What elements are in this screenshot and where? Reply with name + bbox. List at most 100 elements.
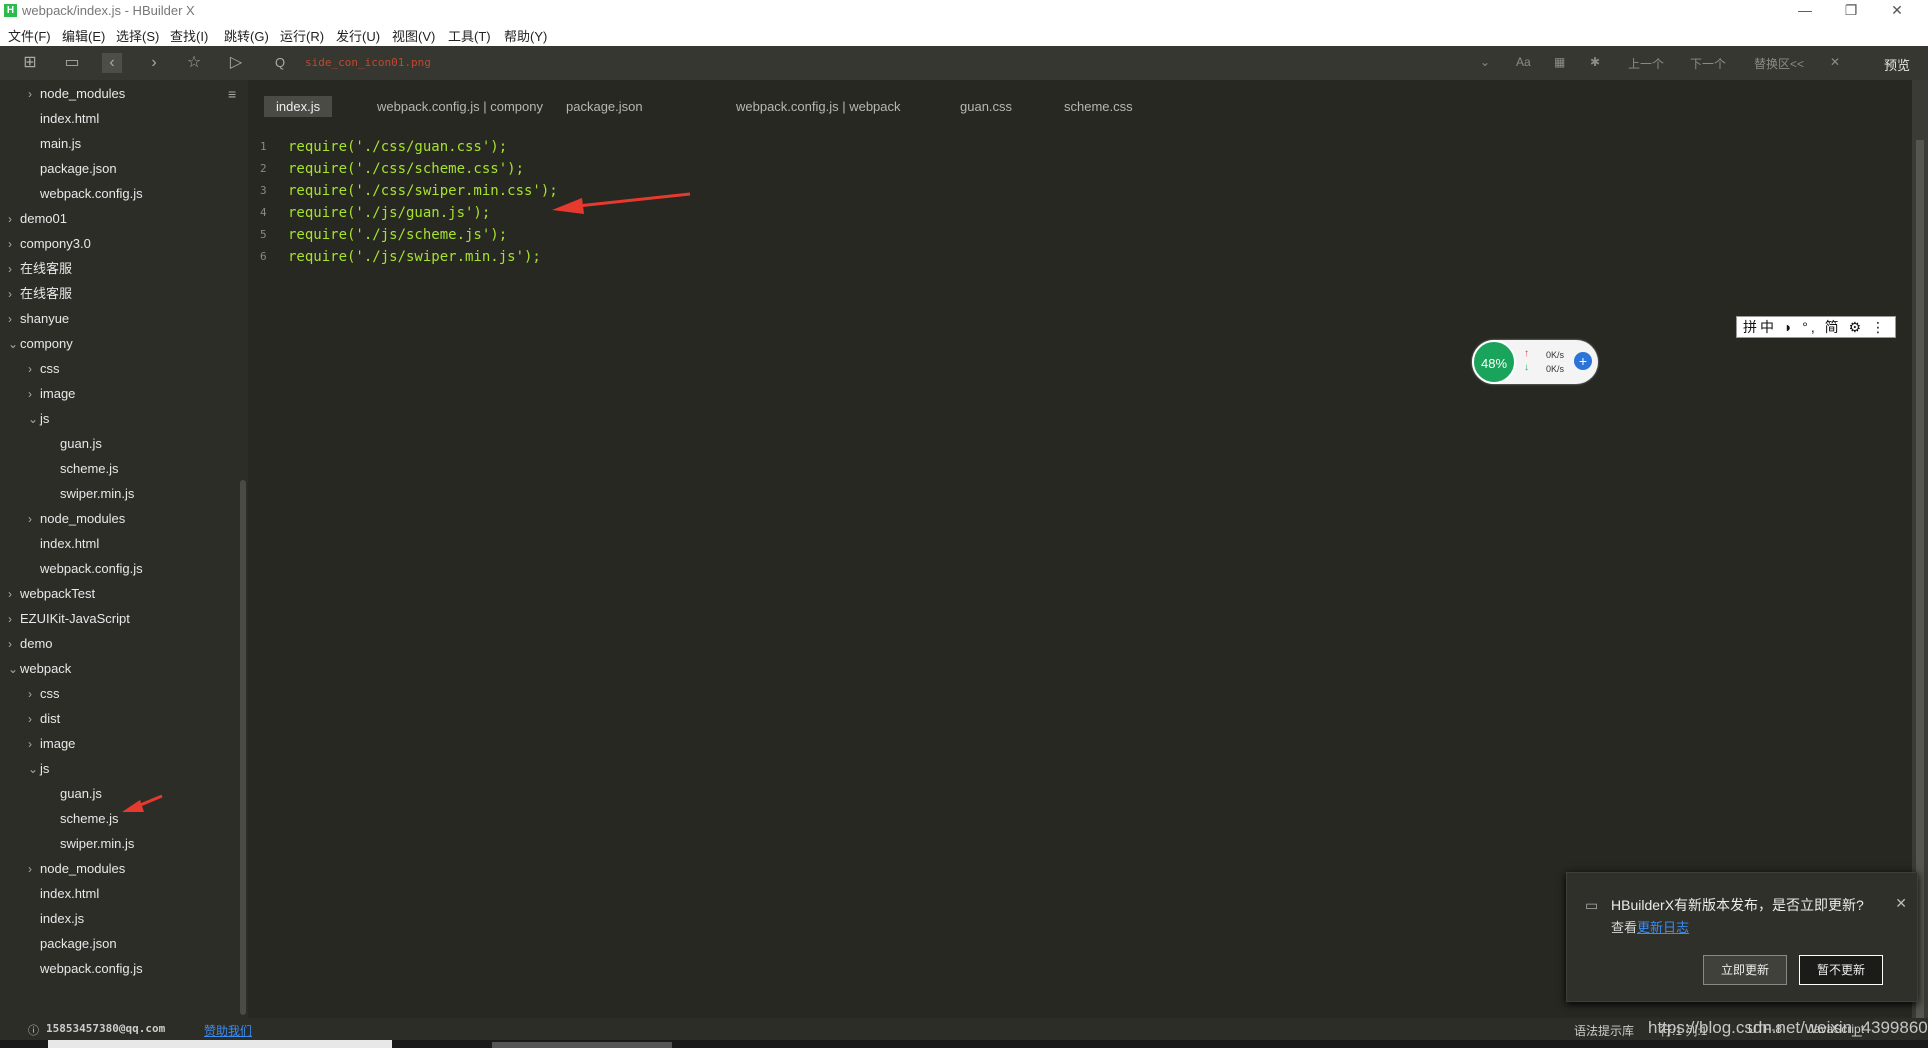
preview-button[interactable]: 预览 [1884, 55, 1910, 74]
match-case-button[interactable]: Aa [1516, 55, 1531, 69]
star-icon[interactable]: ☆ [184, 53, 204, 73]
tree-item[interactable]: › shanyue [8, 307, 69, 331]
search-input[interactable]: side_con_icon01.png [305, 56, 431, 69]
menu-find[interactable]: 查找(I) [170, 26, 208, 45]
forward-icon[interactable]: › [144, 53, 164, 73]
save-icon[interactable]: ▭ [62, 53, 82, 73]
chevron-down-icon[interactable]: ⌄ [28, 407, 40, 431]
chevron-right-icon[interactable]: › [8, 632, 20, 656]
maximize-button[interactable]: ❐ [1828, 0, 1874, 22]
chevron-right-icon[interactable]: › [28, 732, 40, 756]
tab-package-json[interactable]: package.json [554, 96, 655, 117]
tree-item[interactable]: › webpackTest [8, 582, 95, 606]
menu-view[interactable]: 视图(V) [392, 26, 435, 45]
tree-item[interactable]: › dist [28, 707, 60, 731]
chevron-right-icon[interactable]: › [8, 607, 20, 631]
tree-item[interactable]: › compony3.0 [8, 232, 91, 256]
tree-item[interactable]: › node_modules [28, 857, 125, 881]
tab-guan-css[interactable]: guan.css [948, 96, 1024, 117]
tree-item[interactable]: swiper.min.js [48, 832, 134, 856]
taskbar-item[interactable] [492, 1042, 672, 1048]
tree-item[interactable]: › image [28, 732, 75, 756]
sidebar-menu-icon[interactable]: ≡ [228, 86, 236, 102]
chevron-right-icon[interactable]: › [28, 707, 40, 731]
sponsor-link[interactable]: 赞助我们 [204, 1022, 252, 1039]
taskbar-item[interactable] [48, 1040, 392, 1048]
menu-select[interactable]: 选择(S) [116, 26, 159, 45]
chevron-down-icon[interactable]: ⌄ [8, 332, 20, 356]
tree-item[interactable]: ⌄ compony [8, 332, 73, 356]
tab-index-js[interactable]: index.js [264, 96, 333, 117]
tree-item[interactable]: › EZUIKit-JavaScript [8, 607, 130, 631]
tree-item[interactable]: webpack.config.js [28, 182, 143, 206]
tree-item[interactable]: scheme.js [48, 457, 119, 481]
tree-item[interactable]: index.html [28, 532, 99, 556]
tree-item[interactable]: index.html [28, 107, 99, 131]
find-prev-button[interactable]: 上一个 [1628, 55, 1664, 72]
tree-item[interactable]: guan.js [48, 782, 102, 806]
tree-item[interactable]: › demo [8, 632, 53, 656]
chevron-right-icon[interactable]: › [28, 82, 40, 106]
chevron-right-icon[interactable]: › [8, 307, 20, 331]
changelog-link[interactable]: 更新日志 [1637, 920, 1689, 935]
run-icon[interactable]: ▷ [226, 53, 246, 73]
not-now-button[interactable]: 暂不更新 [1799, 955, 1883, 985]
back-icon[interactable]: ‹ [102, 53, 122, 73]
menu-publish[interactable]: 发行(U) [336, 26, 380, 45]
tree-item[interactable]: webpack.config.js [28, 557, 143, 581]
tree-item[interactable]: package.json [28, 932, 117, 956]
find-next-button[interactable]: 下一个 [1690, 55, 1726, 72]
chevron-right-icon[interactable]: › [28, 357, 40, 381]
tree-item[interactable]: › demo01 [8, 207, 67, 231]
whole-word-icon[interactable]: ▦ [1554, 55, 1565, 69]
tab-webpack-config-webpack[interactable]: webpack.config.js | webpack [724, 96, 913, 117]
chevron-right-icon[interactable]: › [8, 257, 20, 281]
new-file-icon[interactable]: ⊞ [20, 53, 40, 73]
user-account[interactable]: 15853457380@qq.com [46, 1022, 165, 1035]
regex-icon[interactable]: ✱ [1590, 55, 1600, 69]
close-notification-icon[interactable]: ✕ [1895, 895, 1907, 912]
tree-item[interactable]: guan.js [48, 432, 102, 456]
tree-item[interactable]: › css [28, 357, 60, 381]
tree-item[interactable]: package.json [28, 157, 117, 181]
chevron-down-icon[interactable]: ⌄ [28, 757, 40, 781]
widget-plus-icon[interactable]: + [1574, 352, 1592, 370]
ime-toolbar[interactable]: 拼中 ◗ °, 简 ⚙ ⋮ [1736, 316, 1896, 338]
close-search-icon[interactable]: ✕ [1830, 55, 1840, 69]
update-now-button[interactable]: 立即更新 [1703, 955, 1787, 985]
chevron-down-icon[interactable]: ⌄ [8, 657, 20, 681]
tree-item[interactable]: › css [28, 682, 60, 706]
menu-run[interactable]: 运行(R) [280, 26, 324, 45]
chevron-right-icon[interactable]: › [28, 382, 40, 406]
tree-item[interactable]: scheme.js [48, 807, 119, 831]
menu-goto[interactable]: 跳转(G) [224, 26, 269, 45]
chevron-right-icon[interactable]: › [8, 207, 20, 231]
dropdown-icon[interactable]: ⌄ [1480, 55, 1490, 69]
chevron-right-icon[interactable]: › [8, 582, 20, 606]
chevron-right-icon[interactable]: › [8, 282, 20, 306]
menu-file[interactable]: 文件(F) [8, 26, 51, 45]
menu-edit[interactable]: 编辑(E) [62, 26, 105, 45]
tree-item[interactable]: index.html [28, 882, 99, 906]
tree-item[interactable]: swiper.min.js [48, 482, 134, 506]
tree-item[interactable]: › image [28, 382, 75, 406]
close-window-button[interactable]: ✕ [1874, 0, 1920, 22]
tree-item[interactable]: › node_modules [28, 507, 125, 531]
tree-item[interactable]: ⌄ js [28, 407, 49, 431]
tree-item[interactable]: index.js [28, 907, 84, 931]
tab-scheme-css[interactable]: scheme.css [1052, 96, 1145, 117]
tree-item[interactable]: main.js [28, 132, 81, 156]
chevron-right-icon[interactable]: › [28, 857, 40, 881]
tree-item[interactable]: › node_modules [28, 82, 125, 106]
chevron-right-icon[interactable]: › [28, 507, 40, 531]
syntax-library[interactable]: 语法提示库 [1574, 1022, 1634, 1039]
tree-item[interactable]: › 在线客服 [8, 282, 72, 306]
chevron-right-icon[interactable]: › [28, 682, 40, 706]
sidebar-scrollbar[interactable] [240, 480, 246, 1015]
tree-item[interactable]: webpack.config.js [28, 957, 143, 981]
tree-item[interactable]: › 在线客服 [8, 257, 72, 281]
menu-help[interactable]: 帮助(Y) [504, 26, 547, 45]
menu-tools[interactable]: 工具(T) [448, 26, 491, 45]
replace-toggle-button[interactable]: 替换区<< [1754, 55, 1804, 72]
chevron-right-icon[interactable]: › [8, 232, 20, 256]
